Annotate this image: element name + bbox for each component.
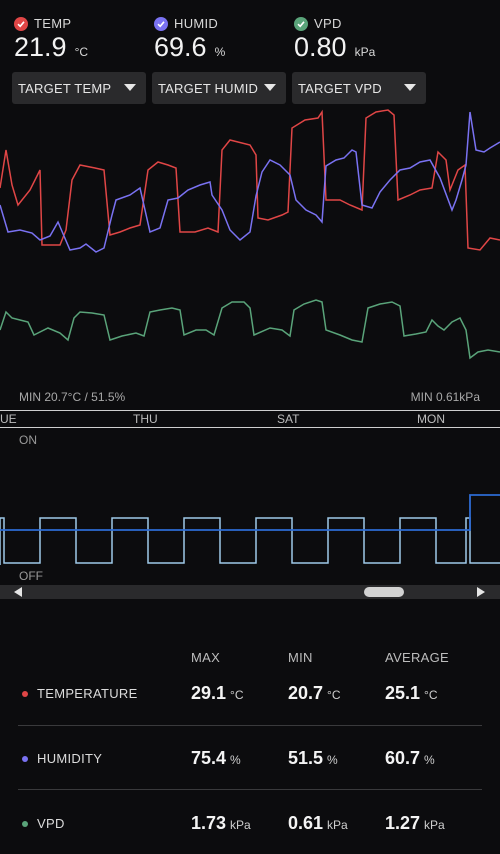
vpd-dot bbox=[22, 821, 28, 827]
day-label: MON bbox=[417, 412, 445, 426]
vpd-series-line bbox=[0, 299, 500, 360]
caret-down-icon bbox=[264, 84, 276, 91]
day-axis: UE THU SAT MON bbox=[0, 410, 500, 428]
humidity-series-line bbox=[0, 111, 500, 253]
target-humid-label: TARGET HUMID bbox=[158, 80, 259, 96]
target-temp-label: TARGET TEMP bbox=[18, 80, 112, 96]
check-icon[interactable] bbox=[154, 16, 168, 31]
timeline-scrollbar[interactable] bbox=[0, 585, 500, 599]
temperature-max: 29.1 °C bbox=[191, 683, 244, 703]
day-label: THU bbox=[133, 412, 158, 426]
day-label: SAT bbox=[277, 412, 300, 426]
row-label: TEMPERATURE bbox=[37, 686, 138, 701]
sensor-chart[interactable] bbox=[0, 108, 500, 408]
target-humid-dropdown[interactable]: TARGET HUMID bbox=[152, 72, 286, 104]
caret-down-icon bbox=[404, 84, 416, 91]
metrics-header: TEMP 21.9 °C HUMID 69.6% VPD 0.80 kPa bbox=[0, 0, 500, 68]
target-vpd-label: TARGET VPD bbox=[298, 80, 382, 96]
vpd-max: 1.73 kPa bbox=[191, 813, 251, 833]
day-label: UE bbox=[0, 412, 17, 426]
target-vpd-dropdown[interactable]: TARGET VPD bbox=[292, 72, 426, 104]
metric-humid-value: 69.6% bbox=[154, 32, 226, 62]
metric-vpd-label: VPD bbox=[314, 16, 342, 31]
humidity-dot bbox=[22, 756, 28, 762]
check-icon[interactable] bbox=[294, 16, 308, 31]
humidity-average: 60.7% bbox=[385, 748, 435, 768]
vpd-min: 0.61 kPa bbox=[288, 813, 348, 833]
temperature-dot bbox=[22, 691, 28, 697]
device-state-line bbox=[0, 517, 500, 565]
off-label: OFF bbox=[19, 569, 43, 583]
stats-row-temperature: TEMPERATURE 29.1 °C 20.7 °C 25.1 °C bbox=[18, 662, 482, 726]
caret-down-icon bbox=[124, 84, 136, 91]
temperature-min: 20.7 °C bbox=[288, 683, 341, 703]
stats-row-humidity: HUMIDITY 75.4% 51.5% 60.7% bbox=[18, 726, 482, 790]
metric-vpd-value: 0.80 kPa bbox=[294, 32, 376, 62]
metric-humid[interactable]: HUMID 69.6% bbox=[154, 16, 225, 63]
target-dropdowns: TARGET TEMP TARGET HUMID TARGET VPD bbox=[12, 72, 426, 104]
chart-min-right: MIN 0.61kPa bbox=[410, 390, 480, 404]
device-chart[interactable] bbox=[0, 428, 500, 585]
metric-vpd[interactable]: VPD 0.80 kPa bbox=[294, 16, 375, 63]
stats-row-vpd: VPD 1.73 kPa 0.61 kPa 1.27 kPa bbox=[18, 790, 482, 854]
metric-temp-label: TEMP bbox=[34, 16, 72, 31]
metric-temp-value: 21.9 °C bbox=[14, 32, 89, 62]
metric-humid-label: HUMID bbox=[174, 16, 219, 31]
chart-min-left: MIN 20.7°C / 51.5% bbox=[19, 390, 126, 404]
check-icon[interactable] bbox=[14, 16, 28, 31]
humidity-min: 51.5% bbox=[288, 748, 338, 768]
temperature-average: 25.1 °C bbox=[385, 683, 438, 703]
device-target-line bbox=[0, 494, 500, 531]
humidity-max: 75.4% bbox=[191, 748, 241, 768]
row-label: VPD bbox=[37, 816, 65, 831]
scroll-thumb[interactable] bbox=[364, 587, 404, 597]
metric-temp[interactable]: TEMP 21.9 °C bbox=[14, 16, 88, 63]
scroll-left-arrow-icon[interactable] bbox=[14, 587, 22, 597]
target-temp-dropdown[interactable]: TARGET TEMP bbox=[12, 72, 146, 104]
vpd-average: 1.27 kPa bbox=[385, 813, 445, 833]
row-label: HUMIDITY bbox=[37, 751, 103, 766]
scroll-right-arrow-icon[interactable] bbox=[477, 587, 485, 597]
